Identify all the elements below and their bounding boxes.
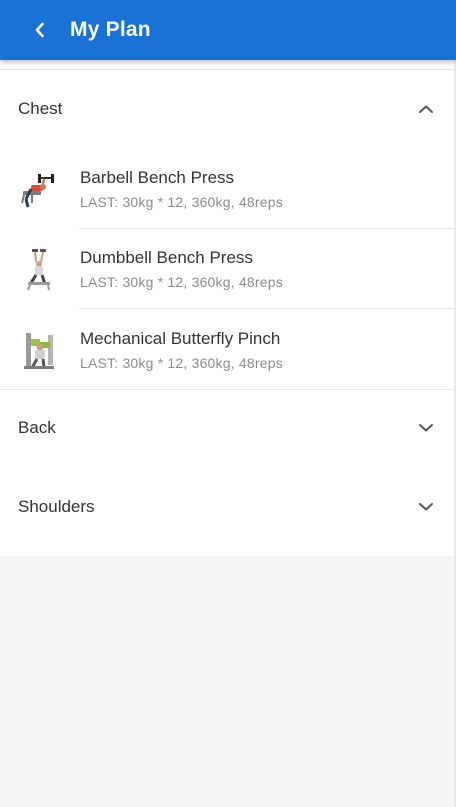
chevron-down-icon [418,499,434,515]
barbell-bench-press-icon [21,174,54,208]
chevron-left-icon [35,22,44,38]
divider [79,308,456,309]
exercise-last-record: LAST: 30kg * 12, 360kg, 48reps [80,274,283,290]
exercise-name: Mechanical Butterfly Pinch [80,329,281,348]
group-label: Back [18,418,56,437]
group-label: Shoulders [18,497,95,516]
butterfly-machine-icon [24,333,54,369]
exercise-last-record: LAST: 30kg * 12, 360kg, 48reps [80,194,283,210]
group-header-back[interactable]: Back [0,399,456,457]
plan-list: Chest Barbell Bench Press LAST: 30kg * 1… [0,60,456,556]
divider [0,69,456,70]
exercise-row-dumbbell-bench-press[interactable]: Dumbbell Bench Press LAST: 30kg * 12, 36… [0,229,456,309]
divider [0,389,456,390]
dumbbell-bench-press-icon [27,249,50,291]
group-label: Chest [18,99,63,118]
chevron-down-icon [418,420,434,436]
group-header-chest[interactable]: Chest [0,80,456,138]
group-header-shoulders[interactable]: Shoulders [0,478,456,536]
exercise-row-mechanical-butterfly-pinch[interactable]: Mechanical Butterfly Pinch LAST: 30kg * … [0,310,456,390]
back-button[interactable] [28,18,52,42]
page-title: My Plan [70,18,151,41]
exercise-row-barbell-bench-press[interactable]: Barbell Bench Press LAST: 30kg * 12, 360… [0,149,456,229]
app-bar: My Plan [0,0,456,60]
exercise-last-record: LAST: 30kg * 12, 360kg, 48reps [80,355,283,371]
exercise-name: Dumbbell Bench Press [80,248,253,267]
exercise-name: Barbell Bench Press [80,168,235,187]
chevron-up-icon [418,101,434,117]
